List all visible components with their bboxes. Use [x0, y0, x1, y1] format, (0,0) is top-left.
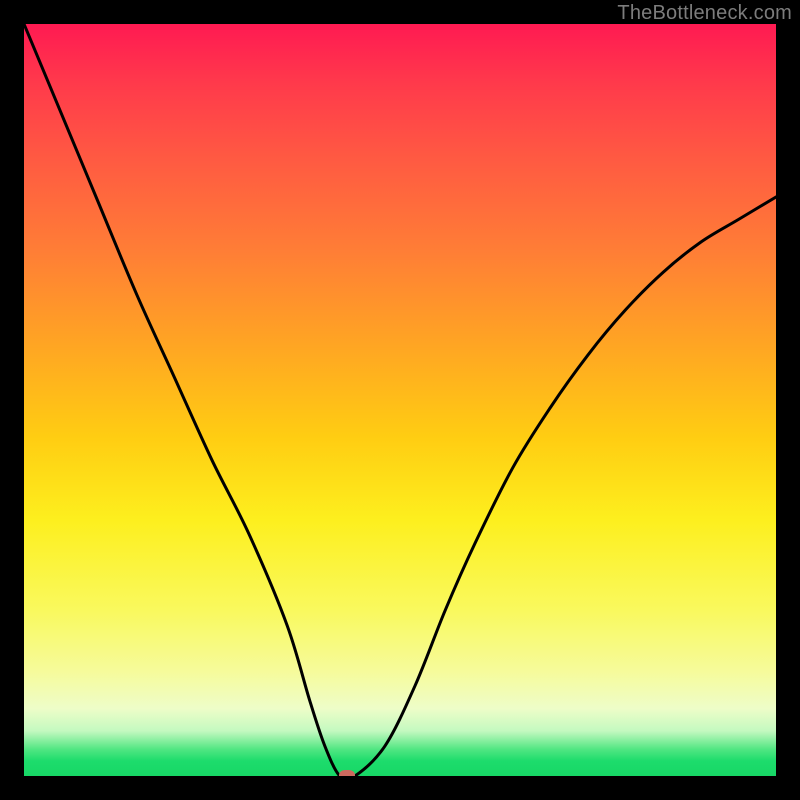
- optimal-point-marker: [339, 770, 355, 776]
- chart-frame: TheBottleneck.com: [0, 0, 800, 800]
- watermark-text: TheBottleneck.com: [617, 2, 792, 25]
- bottleneck-curve: [24, 24, 776, 776]
- plot-area: [24, 24, 776, 776]
